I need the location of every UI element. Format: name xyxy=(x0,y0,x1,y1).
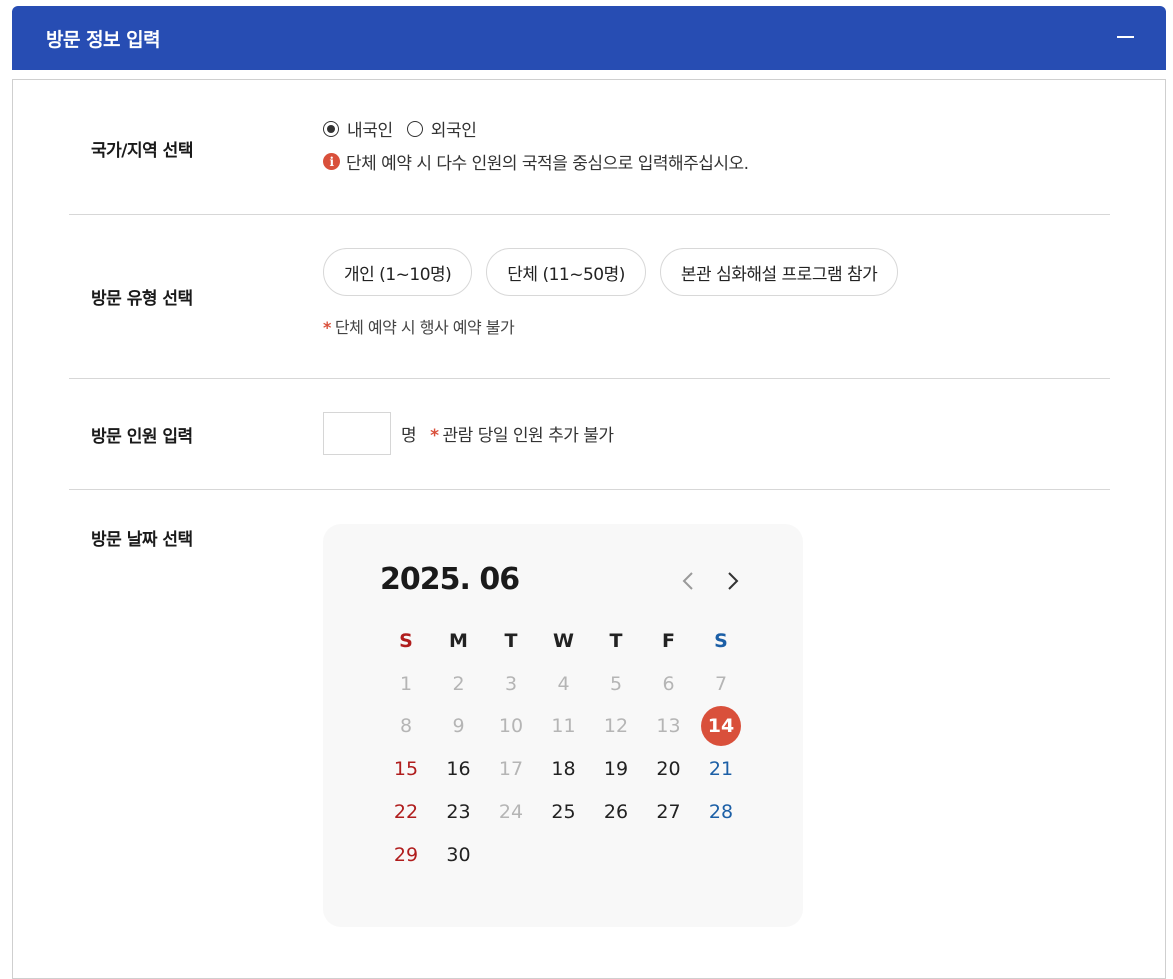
visit-type-program-button[interactable]: 본관 심화해설 프로그램 참가 xyxy=(659,248,899,296)
visitor-count-note: * 관람 당일 인원 추가 불가 xyxy=(430,421,615,446)
calendar-day[interactable]: 20 xyxy=(649,749,689,789)
weekday-header: T xyxy=(504,630,518,652)
calendar-day[interactable]: 27 xyxy=(649,792,689,832)
required-star: * xyxy=(323,318,331,337)
radio-unchecked-icon[interactable] xyxy=(406,120,423,137)
weekday-header: S xyxy=(399,630,413,652)
calendar-day: 12 xyxy=(603,715,629,738)
calendar-day[interactable]: 28 xyxy=(701,792,741,832)
visit-type-group-button[interactable]: 단체 (11~50명) xyxy=(486,248,646,296)
radio-foreign-label: 외국인 xyxy=(430,121,477,141)
divider xyxy=(69,214,1110,215)
calendar-day[interactable]: 15 xyxy=(386,749,426,789)
calendar-day: 7 xyxy=(714,672,728,695)
weekday-header: S xyxy=(714,630,728,652)
calendar-day: 17 xyxy=(498,758,524,781)
calendar-day[interactable]: 30 xyxy=(439,835,479,875)
calendar-day: 9 xyxy=(452,715,465,738)
radio-foreign[interactable]: 외국인 xyxy=(406,116,477,141)
visitor-count-note-text: 관람 당일 인원 추가 불가 xyxy=(442,426,615,446)
calendar-day: 3 xyxy=(504,672,518,695)
calendar-day[interactable]: 21 xyxy=(701,749,741,789)
visitor-count-label: 방문 인원 입력 xyxy=(91,427,193,447)
calendar-day: 24 xyxy=(498,800,524,823)
calendar-day-selected[interactable]: 14 xyxy=(701,706,741,747)
chevron-right-icon[interactable] xyxy=(722,570,744,592)
calendar-day: 1 xyxy=(399,672,413,695)
calendar-day[interactable]: 29 xyxy=(386,835,426,875)
calendar-day: 6 xyxy=(662,672,675,695)
section-header: 방문 정보 입력 xyxy=(12,6,1166,70)
visit-date-label: 방문 날짜 선택 xyxy=(91,530,193,550)
radio-domestic[interactable]: 내국인 xyxy=(323,116,393,141)
required-star: * xyxy=(430,426,439,446)
calendar-day[interactable]: 18 xyxy=(544,749,584,789)
visitor-count-unit: 명 xyxy=(401,426,417,446)
nationality-label: 국가/지역 선택 xyxy=(91,141,193,161)
calendar-day[interactable]: 23 xyxy=(439,792,479,832)
visit-type-individual-button[interactable]: 개인 (1~10명) xyxy=(323,248,473,296)
info-icon: i xyxy=(323,153,340,170)
calendar-day: 11 xyxy=(551,715,576,738)
visit-type-note-text: 단체 예약 시 행사 예약 불가 xyxy=(334,318,515,337)
radio-domestic-label: 내국인 xyxy=(347,121,393,141)
calendar-day[interactable]: 26 xyxy=(596,792,636,832)
visitor-count-wrap: 명 * 관람 당일 인원 추가 불가 xyxy=(323,412,614,455)
visit-type-note: * 단체 예약 시 행사 예약 불가 xyxy=(323,314,912,338)
visitor-count-input[interactable] xyxy=(323,412,391,455)
weekday-header: F xyxy=(662,630,675,652)
nationality-notice-text: 단체 예약 시 다수 인원의 국적을 중심으로 입력해주십시오. xyxy=(346,154,749,174)
chevron-left-icon[interactable] xyxy=(678,570,700,592)
weekday-header: T xyxy=(609,630,623,652)
divider xyxy=(69,378,1110,379)
nationality-radio-group: 내국인 외국인 xyxy=(323,116,749,141)
visit-type-buttons: 개인 (1~10명) 단체 (11~50명) 본관 심화해설 프로그램 참가 xyxy=(323,248,912,296)
visit-type-label: 방문 유형 선택 xyxy=(91,289,193,309)
section-title: 방문 정보 입력 xyxy=(46,28,161,51)
weekday-header: W xyxy=(553,630,574,652)
calendar-day: 13 xyxy=(656,715,681,738)
weekday-header: M xyxy=(449,630,468,652)
calendar-day[interactable]: 22 xyxy=(386,792,426,832)
calendar-day: 8 xyxy=(399,715,413,738)
calendar-day[interactable]: 16 xyxy=(439,749,479,789)
radio-checked-icon[interactable] xyxy=(323,120,339,137)
calendar-month-title: 2025. 06 xyxy=(380,562,520,597)
date-calendar: 2025. 06 S M T W T F S 1 2 3 4 5 6 7 8 9 10 11 12 13 14 15 16 1… xyxy=(323,524,803,927)
calendar-day: 2 xyxy=(452,672,465,695)
divider xyxy=(69,489,1110,490)
calendar-day: 4 xyxy=(557,672,570,695)
visit-info-panel: 국가/지역 선택 내국인 외국인 i 단체 예약 시 다수 인원의 국적을 중심… xyxy=(12,79,1166,979)
nationality-notice: i 단체 예약 시 다수 인원의 국적을 중심으로 입력해주십시오. xyxy=(323,149,749,174)
minus-icon[interactable] xyxy=(1117,36,1134,38)
calendar-day[interactable]: 19 xyxy=(596,749,636,789)
calendar-day: 10 xyxy=(498,715,524,738)
calendar-day[interactable]: 25 xyxy=(544,792,584,832)
calendar-day: 5 xyxy=(609,672,623,695)
